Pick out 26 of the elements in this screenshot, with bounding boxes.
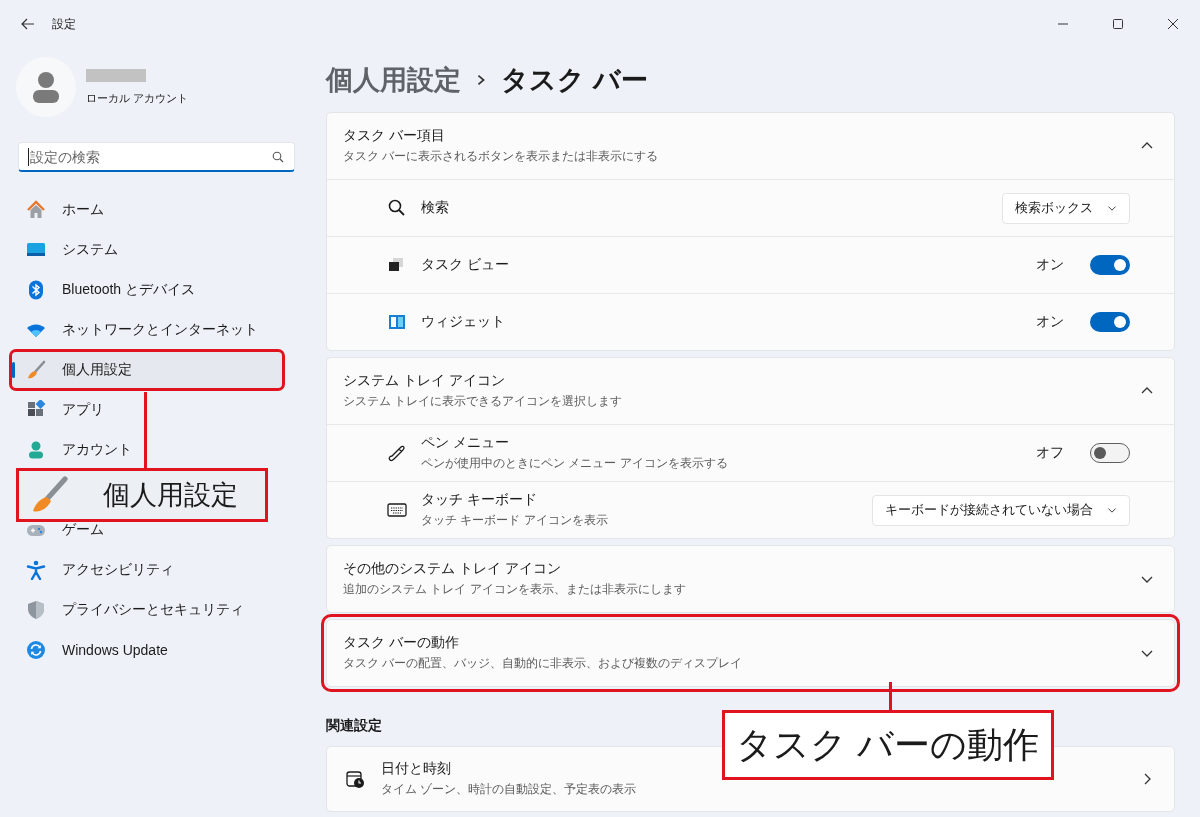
setting-description: タッチ キーボード アイコンを表示 xyxy=(421,512,609,529)
section-title: タスク バー項目 xyxy=(343,127,446,145)
toggle-state: オフ xyxy=(1036,444,1064,462)
section-description: タスク バーの配置、バッジ、自動的に非表示、および複数のディスプレイ xyxy=(343,655,744,672)
window-title: 設定 xyxy=(52,15,77,33)
section-description: システム トレイに表示できるアイコンを選択します xyxy=(343,393,624,410)
setting-label: タスク ビュー xyxy=(421,256,510,274)
section-title: システム トレイ アイコン xyxy=(343,372,506,390)
callout-text: タスク バーの動作 xyxy=(736,722,1040,767)
setting-label: タッチ キーボード xyxy=(421,491,538,509)
toggle-state: オン xyxy=(1036,313,1064,331)
section-title: タスク バーの動作 xyxy=(343,634,460,652)
section-description: タスク バーに表示されるボタンを表示または非表示にする xyxy=(343,148,660,165)
setting-label: 日付と時刻 xyxy=(381,760,452,778)
toggle-state: オン xyxy=(1036,256,1064,274)
section-heading: 関連設定 xyxy=(326,717,383,735)
setting-label: ペン メニュー xyxy=(421,434,510,452)
setting-description: タイム ゾーン、時計の自動設定、予定表の表示 xyxy=(381,781,638,798)
page-title: タスク バー xyxy=(501,64,648,97)
setting-description: ペンが使用中のときにペン メニュー アイコンを表示する xyxy=(421,455,729,472)
callout-text: 個人用設定 xyxy=(103,479,238,512)
section-title: その他のシステム トレイ アイコン xyxy=(343,560,562,578)
setting-label: ウィジェット xyxy=(421,313,506,331)
account-type: ローカル アカウント xyxy=(86,91,189,104)
setting-label: 検索 xyxy=(421,199,450,217)
section-description: 追加のシステム トレイ アイコンを表示、または非表示にします xyxy=(343,581,687,598)
